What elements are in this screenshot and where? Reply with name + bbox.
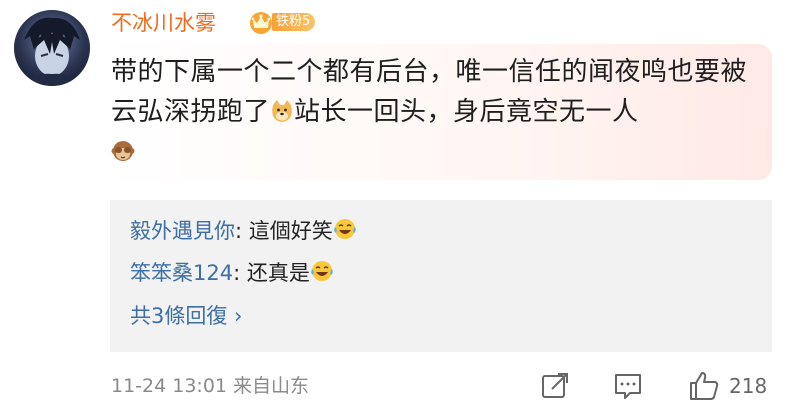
username[interactable]: 不冰川水雾 (111, 8, 216, 38)
more-replies-link[interactable]: 共3條回復 › (130, 301, 242, 331)
reply-box: 毅外遇見你: 這個好笑 笨笨桑124: 还真是 共3條回復 › (110, 200, 772, 352)
avatar-image (24, 17, 80, 86)
crown-icon (250, 12, 272, 34)
reply-text: 這個好笑 (248, 219, 333, 243)
laugh-tears-icon (333, 219, 356, 239)
like-count: 218 (729, 374, 768, 398)
reply-separator: : (233, 261, 247, 285)
comment-text-2: 站长一回头，身后竟空无一人 (294, 97, 639, 127)
reply-item[interactable]: 笨笨桑124: 还真是 (130, 258, 334, 288)
fan-badge[interactable]: 铁粉5 (248, 9, 316, 35)
badge-label: 铁粉5 (272, 13, 316, 31)
reply-author[interactable]: 笨笨桑124 (130, 261, 233, 285)
like-icon[interactable] (687, 369, 721, 402)
see-no-evil-monkey-icon (111, 141, 135, 161)
comment-bubble: 带的下属一个二个都有后台，唯一信任的闻夜鸣也要被云弘深拐跑了 站长一回头，身后竟… (100, 44, 772, 180)
comment-icon[interactable] (611, 369, 645, 402)
time-location: 11-24 13:01 来自山东 (111, 375, 310, 397)
comment-content: 带的下属一个二个都有后台，唯一信任的闻夜鸣也要被云弘深拐跑了 站长一回头，身后竟… (111, 52, 761, 172)
reply-author[interactable]: 毅外遇見你 (130, 219, 235, 243)
avatar[interactable] (14, 10, 90, 86)
share-icon[interactable] (538, 369, 572, 402)
doge-icon (272, 100, 292, 122)
reply-text: 还真是 (246, 261, 310, 285)
reply-item[interactable]: 毅外遇見你: 這個好笑 (130, 216, 357, 246)
laugh-tears-icon (311, 261, 333, 281)
reply-separator: : (235, 219, 249, 243)
